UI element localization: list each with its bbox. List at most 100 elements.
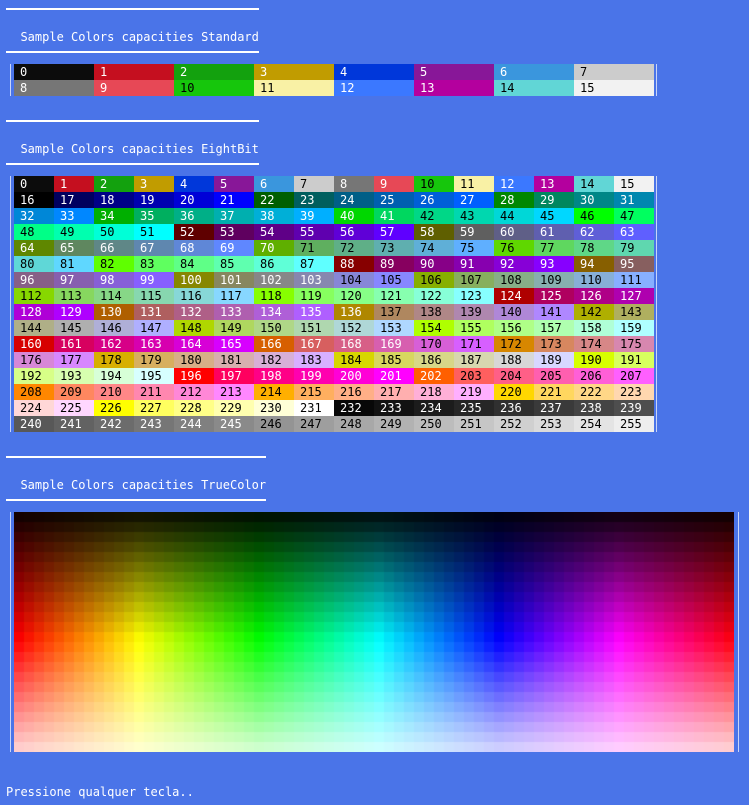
eightbit-color-cell: 231 — [294, 400, 334, 416]
standard-color-cell: 0 — [14, 64, 94, 80]
eightbit-color-cell: 133 — [214, 304, 254, 320]
eightbit-color-cell: 41 — [374, 208, 414, 224]
eightbit-color-cell: 159 — [614, 320, 654, 336]
eightbit-color-cell: 32 — [14, 208, 54, 224]
eightbit-color-cell: 89 — [374, 256, 414, 272]
eightbit-color-cell: 182 — [254, 352, 294, 368]
eightbit-color-cell: 128 — [14, 304, 54, 320]
eightbit-color-cell: 28 — [494, 192, 534, 208]
eightbit-color-cell: 21 — [214, 192, 254, 208]
eightbit-color-cell: 54 — [254, 224, 294, 240]
eightbit-color-cell: 74 — [414, 240, 454, 256]
eightbit-color-cell: 185 — [374, 352, 414, 368]
eightbit-color-cell: 97 — [54, 272, 94, 288]
eightbit-color-cell: 203 — [454, 368, 494, 384]
standard-color-cell: 6 — [494, 64, 574, 80]
eightbit-color-cell: 138 — [414, 304, 454, 320]
eightbit-color-cell: 250 — [414, 416, 454, 432]
eightbit-color-cell: 94 — [574, 256, 614, 272]
eightbit-color-cell: 69 — [214, 240, 254, 256]
eightbit-color-cell: 253 — [534, 416, 574, 432]
eightbit-color-cell: 218 — [414, 384, 454, 400]
eightbit-color-cell: 103 — [294, 272, 334, 288]
eightbit-color-cell: 160 — [14, 336, 54, 352]
eightbit-color-cell: 6 — [254, 176, 294, 192]
standard-color-cell: 4 — [334, 64, 414, 80]
eightbit-color-cell: 60 — [494, 224, 534, 240]
eightbit-color-cell: 87 — [294, 256, 334, 272]
eightbit-color-cell: 93 — [534, 256, 574, 272]
eightbit-color-cell: 107 — [454, 272, 494, 288]
eightbit-color-cell: 90 — [414, 256, 454, 272]
standard-color-cell: 9 — [94, 80, 174, 96]
eightbit-color-cell: 227 — [134, 400, 174, 416]
eightbit-color-cell: 109 — [534, 272, 574, 288]
eightbit-color-cell: 49 — [54, 224, 94, 240]
eightbit-color-cell: 119 — [294, 288, 334, 304]
eightbit-color-cell: 26 — [414, 192, 454, 208]
eightbit-color-cell: 244 — [174, 416, 214, 432]
eightbit-color-cell: 221 — [534, 384, 574, 400]
eightbit-color-cell: 17 — [54, 192, 94, 208]
eightbit-color-cell: 188 — [494, 352, 534, 368]
eightbit-color-cell: 102 — [254, 272, 294, 288]
standard-color-cell: 12 — [334, 80, 414, 96]
eightbit-color-cell: 123 — [454, 288, 494, 304]
eightbit-color-cell: 141 — [534, 304, 574, 320]
eightbit-color-cell: 196 — [174, 368, 214, 384]
eightbit-color-cell: 208 — [14, 384, 54, 400]
eightbit-color-cell: 18 — [94, 192, 134, 208]
eightbit-color-cell: 190 — [574, 352, 614, 368]
section-title-eightbit: Sample Colors capacities EightBit — [6, 120, 259, 165]
eightbit-color-cell: 53 — [214, 224, 254, 240]
eightbit-color-cell: 142 — [574, 304, 614, 320]
eightbit-color-cell: 3 — [134, 176, 174, 192]
eightbit-color-cell: 24 — [334, 192, 374, 208]
eightbit-color-cell: 197 — [214, 368, 254, 384]
eightbit-color-cell: 95 — [614, 256, 654, 272]
eightbit-color-cell: 121 — [374, 288, 414, 304]
eightbit-color-cell: 48 — [14, 224, 54, 240]
eightbit-color-cell: 173 — [534, 336, 574, 352]
eightbit-color-cell: 136 — [334, 304, 374, 320]
eightbit-color-cell: 219 — [454, 384, 494, 400]
eightbit-color-cell: 179 — [134, 352, 174, 368]
eightbit-color-cell: 248 — [334, 416, 374, 432]
eightbit-color-cell: 237 — [534, 400, 574, 416]
eightbit-color-cell: 1 — [54, 176, 94, 192]
eightbit-color-cell: 230 — [254, 400, 294, 416]
eightbit-color-cell: 215 — [294, 384, 334, 400]
eightbit-color-cell: 43 — [454, 208, 494, 224]
eightbit-color-cell: 15 — [614, 176, 654, 192]
eightbit-color-cell: 189 — [534, 352, 574, 368]
eightbit-color-cell: 19 — [134, 192, 174, 208]
eightbit-color-cell: 72 — [334, 240, 374, 256]
eightbit-color-cell: 86 — [254, 256, 294, 272]
eightbit-color-cell: 129 — [54, 304, 94, 320]
eightbit-color-cell: 229 — [214, 400, 254, 416]
eightbit-color-cell: 12 — [494, 176, 534, 192]
eightbit-color-cell: 104 — [334, 272, 374, 288]
eightbit-color-cell: 171 — [454, 336, 494, 352]
standard-color-table: 0 1 2 3 4 5 6 7 8 9 10 11 12 13 14 15 — [14, 64, 654, 96]
eightbit-color-cell: 29 — [534, 192, 574, 208]
eightbit-color-cell: 42 — [414, 208, 454, 224]
eightbit-color-cell: 251 — [454, 416, 494, 432]
eightbit-color-cell: 135 — [294, 304, 334, 320]
eightbit-color-cell: 224 — [14, 400, 54, 416]
eightbit-color-cell: 164 — [174, 336, 214, 352]
eightbit-color-cell: 167 — [294, 336, 334, 352]
eightbit-color-cell: 66 — [94, 240, 134, 256]
eightbit-color-cell: 68 — [174, 240, 214, 256]
section-title-truecolor: Sample Colors capacities TrueColor — [6, 456, 267, 501]
eightbit-color-cell: 132 — [174, 304, 214, 320]
eightbit-color-cell: 108 — [494, 272, 534, 288]
truecolor-gradient — [14, 512, 734, 752]
standard-color-cell: 1 — [94, 64, 174, 80]
eightbit-color-cell: 105 — [374, 272, 414, 288]
standard-color-cell: 2 — [174, 64, 254, 80]
eightbit-color-cell: 148 — [174, 320, 214, 336]
eightbit-color-cell: 193 — [54, 368, 94, 384]
press-any-key-prompt: Pressione qualquer tecla.. — [6, 785, 194, 799]
eightbit-color-cell: 186 — [414, 352, 454, 368]
